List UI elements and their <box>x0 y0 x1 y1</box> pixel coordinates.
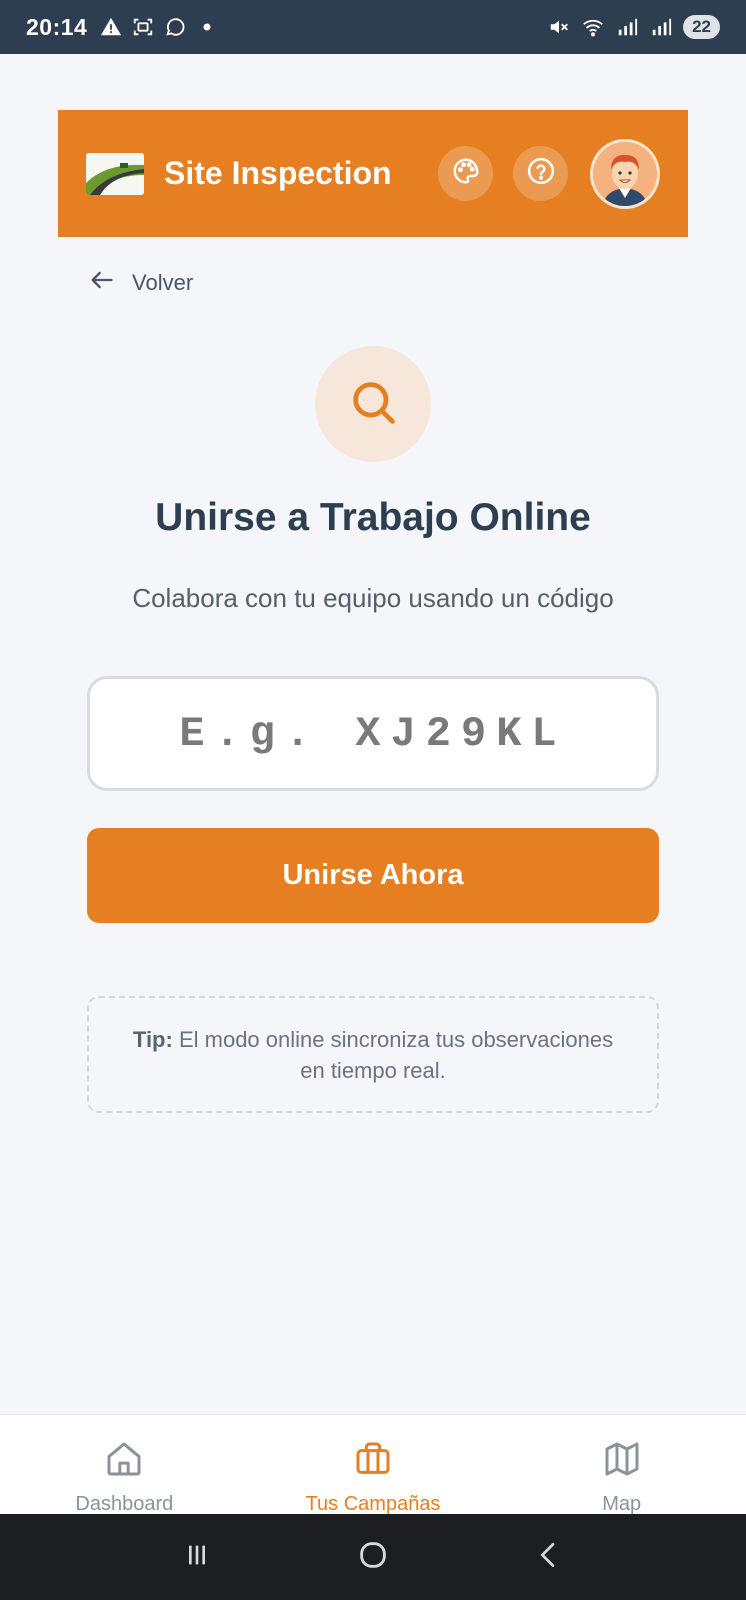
home-icon <box>104 1439 144 1485</box>
status-indicators: 22 <box>547 15 720 39</box>
nav-item-campaigns[interactable]: Tus Campañas <box>249 1415 498 1515</box>
app-title: Site Inspection <box>164 155 392 191</box>
status-bar: 20:14 22 <box>0 0 746 54</box>
tip-text: El modo online sincroniza tus observacio… <box>178 1026 614 1083</box>
signal-icon <box>649 15 673 39</box>
back-label: Volver <box>132 270 194 295</box>
join-now-button[interactable]: Unirse Ahora <box>87 828 659 923</box>
palette-icon <box>451 156 481 191</box>
warning-icon <box>99 15 123 39</box>
home-button-icon[interactable] <box>356 1538 390 1577</box>
back-button-icon[interactable] <box>533 1539 565 1576</box>
search-icon-badge <box>315 346 431 462</box>
nav-item-map[interactable]: Map <box>497 1415 746 1515</box>
status-time: 20:14 <box>26 13 88 40</box>
battery-indicator: 22 <box>683 15 720 39</box>
tip-text-block: Tip: El modo online sincroniza tus obser… <box>119 1024 627 1086</box>
page-title: Unirse a Trabajo Online <box>155 496 591 539</box>
tip-label: Tip: <box>132 1026 173 1052</box>
page-subtitle: Colabora con tu equipo usando un código <box>132 583 614 613</box>
app-header: Site Inspection <box>58 110 688 237</box>
bottom-nav: Dashboard Tus Campañas Map <box>0 1414 746 1515</box>
wifi-icon <box>581 15 605 39</box>
signal-icon <box>615 15 639 39</box>
dot-icon <box>195 15 219 39</box>
system-nav-bar <box>0 1514 746 1600</box>
briefcase-icon <box>353 1439 393 1485</box>
map-icon <box>602 1439 642 1485</box>
nav-label-campaigns: Tus Campañas <box>305 1493 441 1515</box>
nav-label-map: Map <box>602 1493 642 1515</box>
tip-box: Tip: El modo online sincroniza tus obser… <box>87 996 659 1113</box>
header-actions <box>438 138 660 209</box>
arrow-left-icon <box>88 266 116 300</box>
help-icon <box>526 156 556 191</box>
session-code-input[interactable] <box>87 676 659 791</box>
nav-item-dashboard[interactable]: Dashboard <box>0 1415 249 1515</box>
recent-apps-icon[interactable] <box>181 1539 213 1576</box>
back-link[interactable]: Volver <box>88 266 193 300</box>
search-icon <box>347 376 399 433</box>
app-logo <box>86 152 144 195</box>
avatar[interactable] <box>590 138 660 209</box>
theme-button[interactable] <box>438 146 493 201</box>
nav-label-dashboard: Dashboard <box>75 1493 174 1515</box>
help-button[interactable] <box>513 146 568 201</box>
whatsapp-icon <box>163 15 187 39</box>
screenshot-icon <box>131 15 155 39</box>
status-notifications <box>99 15 219 39</box>
mute-icon <box>547 15 571 39</box>
